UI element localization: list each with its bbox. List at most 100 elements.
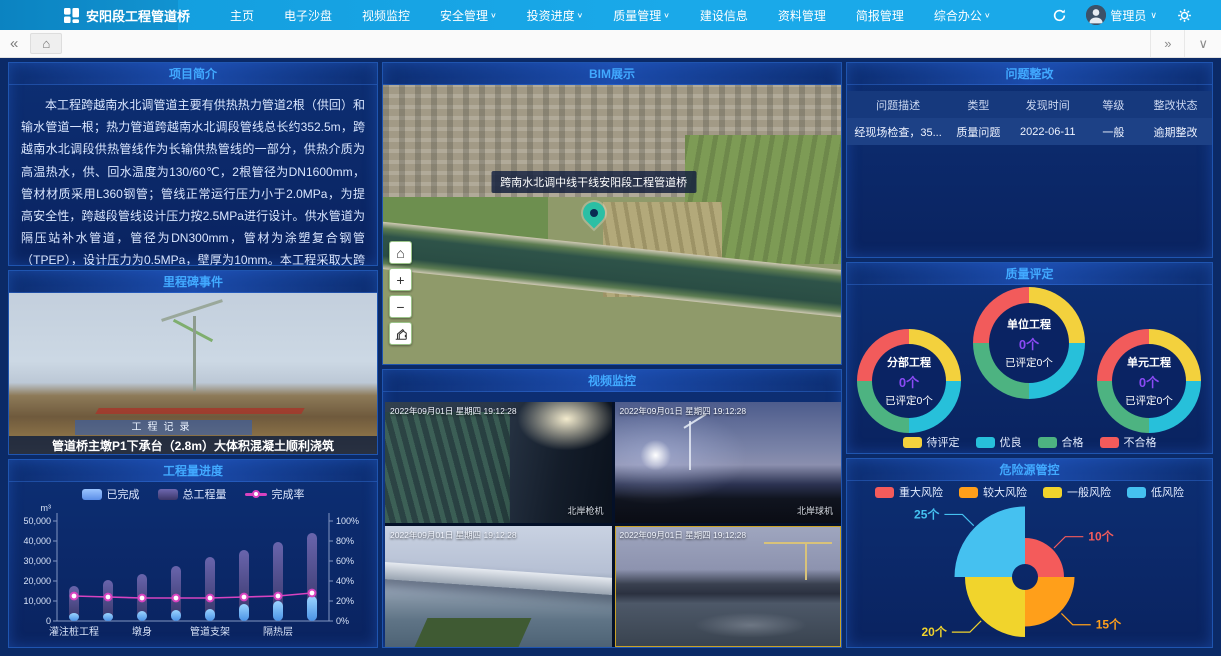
legend-item-低风险[interactable]: 低风险 [1127,483,1184,501]
quality-donuts: 待评定优良合格不合格 分部工程0个已评定0个单位工程0个已评定0个单元工程0个已… [847,285,1212,453]
avatar [1086,5,1106,25]
video-timestamp: 2022年09月01日 星期四 19:12:28 [390,529,517,541]
tab-bar: « ⌂ » ∨ [0,30,1221,58]
legend-item-已完成[interactable]: 已完成 [82,486,140,502]
video-feed-2[interactable]: 2022年09月01日 星期四 19:12:28北岸球机 [615,402,842,523]
issues-column-header: 等级 [1088,91,1139,118]
quality-donut-1[interactable]: 分部工程0个已评定0个 [857,329,961,433]
tab-bar-right: » ∨ [1150,30,1221,57]
issues-cell: 2022-06-11 [1008,118,1088,145]
nav-item-1[interactable]: 主页 [230,7,254,24]
legend-label: 一般风险 [1067,484,1111,500]
svg-text:20%: 20% [336,596,354,606]
donut-evaluated: 已评定0个 [885,393,933,408]
concrete-pump-illustration [161,299,223,322]
nav-item-10[interactable]: 综合办公∨ [934,7,991,24]
map-pin-label: 跨南水北调中线干线安阳段工程管道桥 [491,171,696,193]
chevron-down-icon: ∨ [577,11,584,20]
legend-swatch [1043,487,1062,498]
nav-item-label: 简报管理 [856,7,904,24]
svg-text:25个: 25个 [914,506,940,521]
app-brand: 安阳段工程管道桥 [0,0,178,30]
video-timestamp: 2022年09月01日 星期四 19:12:28 [620,529,747,541]
legend-item-完成率[interactable]: 完成率 [245,486,305,502]
chevron-down-icon: ∨ [663,11,670,20]
legend-swatch [1100,437,1119,448]
issues-column-header: 整改状态 [1139,91,1212,118]
nav-item-5[interactable]: 投资进度∨ [527,7,584,24]
map-controls: ⌂ + − [389,241,412,345]
legend-item-待评定[interactable]: 待评定 [903,434,960,450]
nav-item-4[interactable]: 安全管理∨ [440,7,497,24]
donut-count: 0个 [899,372,919,391]
quality-donut-3[interactable]: 单元工程0个已评定0个 [1097,329,1201,433]
map-model-button[interactable] [389,322,412,345]
legend-label: 总工程量 [183,486,227,502]
nav-item-8[interactable]: 资料管理 [778,7,826,24]
panel-title: 项目简介 [9,63,377,85]
donut-count: 0个 [1019,334,1039,353]
nav-item-3[interactable]: 视频监控 [362,7,410,24]
quality-donut-2[interactable]: 单位工程0个已评定0个 [973,287,1085,399]
tab-home[interactable]: ⌂ [30,33,62,54]
dashboard-screen: 安阳段工程管道桥 主页电子沙盘视频监控安全管理∨投资进度∨质量管理∨建设信息资料… [0,0,1221,656]
svg-text:50,000: 50,000 [23,516,51,526]
map-home-button[interactable]: ⌂ [389,241,412,264]
bim-map[interactable]: 跨南水北调中线干线安阳段工程管道桥 ⌂ + − [383,85,841,364]
panel-title: 里程碑事件 [9,271,377,293]
video-feed-1[interactable]: 2022年09月01日 星期四 19:12:28北岸枪机 [385,402,612,523]
video-timestamp: 2022年09月01日 星期四 19:12:28 [620,405,747,417]
issues-cell: 一般 [1088,118,1139,145]
legend-label: 已完成 [107,486,140,502]
nav-item-label: 质量管理 [613,7,661,24]
nav-item-label: 建设信息 [700,7,748,24]
gear-icon[interactable] [1175,6,1193,24]
svg-text:40%: 40% [336,576,354,586]
nav-item-9[interactable]: 简报管理 [856,7,904,24]
legend-item-一般风险[interactable]: 一般风险 [1043,483,1111,501]
issues-cell: 经现场检查，35... [847,118,949,145]
nav-item-2[interactable]: 电子沙盘 [284,7,332,24]
project-intro-text: 本工程跨越南水北调管道主要有供热热力管道2根（供回）和输水管道一根；热力管道跨越… [9,85,377,266]
legend-swatch [1127,487,1146,498]
tabs-dropdown-icon[interactable]: ∨ [1184,30,1221,57]
user-menu[interactable]: 管理员 ∨ [1086,5,1157,25]
collapse-tabs-icon[interactable]: « [10,35,18,52]
nav-item-label: 资料管理 [778,7,826,24]
legend-item-总工程量[interactable]: 总工程量 [158,486,227,502]
risk-rose-chart: 10个15个20个25个 [847,501,1212,648]
issues-cell: 质量问题 [949,118,1007,145]
donut-name: 单位工程 [1007,316,1051,332]
legend-item-优良[interactable]: 优良 [976,434,1022,450]
panel-issues: 问题整改 问题描述类型发现时间等级整改状态 经现场检查，35...质量问题202… [846,62,1213,258]
issues-cell: 逾期整改 [1139,118,1212,145]
issues-column-header: 问题描述 [847,91,949,118]
legend-item-合格[interactable]: 合格 [1038,434,1084,450]
issues-column-header: 类型 [949,91,1007,118]
legend-swatch [903,437,922,448]
map-zoom-in-button[interactable]: + [389,268,412,291]
map-zoom-out-button[interactable]: − [389,295,412,318]
nav-item-label: 视频监控 [362,7,410,24]
panel-title: 视频监控 [383,370,841,392]
svg-text:10,000: 10,000 [23,596,51,606]
video-feed-4[interactable]: 2022年09月01日 星期四 19:12:28 [615,526,842,647]
nav-item-7[interactable]: 建设信息 [700,7,748,24]
expand-tabs-icon[interactable]: » [1150,30,1184,57]
svg-text:100%: 100% [336,516,359,526]
legend-label: 重大风险 [899,484,943,500]
legend-item-不合格[interactable]: 不合格 [1100,434,1157,450]
video-feed-3[interactable]: 2022年09月01日 星期四 19:12:28 [385,526,612,647]
milestone-photo[interactable]: 工程记录 管道桥主墩P1下承台（2.8m）大体积混凝土顺利浇筑 [9,293,377,455]
legend-item-重大风险[interactable]: 重大风险 [875,483,943,501]
milestone-caption: 管道桥主墩P1下承台（2.8m）大体积混凝土顺利浇筑 [9,436,377,455]
quality-legend: 待评定优良合格不合格 [847,434,1212,450]
legend-swatch [959,487,978,498]
nav-item-6[interactable]: 质量管理∨ [613,7,670,24]
nav-item-label: 主页 [230,7,254,24]
legend-item-较大风险[interactable]: 较大风险 [959,483,1027,501]
donut-center: 分部工程0个已评定0个 [872,344,947,419]
refresh-icon[interactable] [1050,6,1068,24]
table-row[interactable]: 经现场检查，35...质量问题2022-06-11一般逾期整改 [847,118,1212,145]
svg-text:灌注桩工程: 灌注桩工程 [49,625,99,638]
